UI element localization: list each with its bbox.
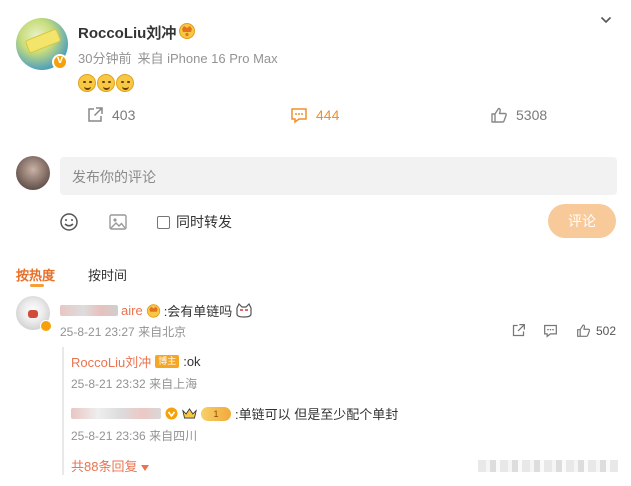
caret-down-icon bbox=[141, 464, 150, 471]
checkbox-box[interactable] bbox=[157, 215, 170, 229]
verified-badge-icon bbox=[52, 54, 68, 70]
repost-checkbox[interactable]: 同时转发 bbox=[157, 212, 232, 232]
tab-sort-time[interactable]: 按时间 bbox=[88, 265, 127, 284]
comment-text: :会有单链吗 bbox=[163, 304, 233, 319]
repost-icon bbox=[88, 107, 103, 122]
reply-meta: 25-8-21 23:36 来自四川 bbox=[71, 427, 197, 444]
more-replies-label: 共88条回复 bbox=[71, 459, 138, 474]
reply-time: 25-8-21 23:32 bbox=[71, 377, 146, 391]
comment-icon bbox=[291, 108, 307, 124]
comment-count: 444 bbox=[316, 107, 340, 123]
reply-text: :ok bbox=[183, 354, 201, 369]
grin-emoji-icon bbox=[97, 74, 115, 92]
thumbs-up-icon bbox=[491, 107, 507, 123]
reply-thread-divider bbox=[62, 347, 64, 475]
reply-location: 来自上海 bbox=[149, 377, 198, 391]
tab-sort-hot[interactable]: 按热度 bbox=[16, 265, 55, 287]
like-button[interactable]: 5308 bbox=[490, 106, 547, 124]
post-meta: 30分钟前 来自 iPhone 16 Pro Max bbox=[78, 48, 284, 67]
more-replies-link[interactable]: 共88条回复 bbox=[71, 456, 150, 475]
crown-icon bbox=[182, 408, 197, 419]
repost-count: 403 bbox=[112, 107, 136, 123]
reply-author-name[interactable]: RoccoLiu刘冲 bbox=[71, 352, 151, 371]
crown-badge-icon bbox=[146, 304, 160, 318]
comment-location: 来自北京 bbox=[138, 325, 187, 339]
reply-line: RoccoLiu刘冲 博主 :ok bbox=[71, 352, 201, 371]
comment-meta: 25-8-21 23:27 来自北京 bbox=[60, 323, 186, 340]
comment-button[interactable]: 444 bbox=[290, 106, 339, 124]
post-content-emojis bbox=[78, 74, 135, 92]
blurred-name bbox=[60, 305, 118, 316]
like-count: 5308 bbox=[516, 107, 548, 123]
verified-badge-icon bbox=[165, 407, 178, 420]
repost-checkbox-label: 同时转发 bbox=[176, 214, 232, 230]
reply-line: 1 :单链可以 但是至少配个单封 bbox=[71, 404, 398, 423]
repost-icon[interactable] bbox=[511, 323, 526, 338]
comment-time: 25-8-21 23:27 bbox=[60, 325, 135, 339]
send-comment-button[interactable]: 评论 bbox=[548, 204, 616, 238]
comment-icon[interactable] bbox=[543, 323, 558, 338]
chevron-down-icon[interactable] bbox=[600, 14, 612, 26]
watermark bbox=[478, 460, 618, 472]
comment-like-count: 502 bbox=[596, 323, 617, 338]
blurred-name bbox=[71, 408, 161, 419]
level-badge: 1 bbox=[201, 406, 231, 421]
reply-meta: 25-8-21 23:32 来自上海 bbox=[71, 375, 197, 392]
reply-time: 25-8-21 23:36 bbox=[71, 429, 146, 443]
blogger-tag: 博主 bbox=[155, 355, 180, 368]
reply-text: :单链可以 但是至少配个单封 bbox=[235, 407, 399, 422]
thumbs-up-icon bbox=[577, 324, 591, 337]
verified-badge-icon bbox=[40, 320, 52, 332]
cat-emoji-icon bbox=[236, 303, 252, 318]
post-time: 30分钟前 bbox=[78, 51, 132, 66]
emoji-icon[interactable] bbox=[59, 212, 79, 232]
comment-line: aire :会有单链吗 bbox=[60, 301, 253, 320]
reply-location: 来自四川 bbox=[149, 429, 198, 443]
commenter-name[interactable]: aire bbox=[121, 303, 143, 318]
current-user-avatar bbox=[16, 156, 50, 190]
crown-badge-icon bbox=[179, 23, 195, 39]
image-icon[interactable] bbox=[108, 212, 128, 232]
blush-emoji-icon bbox=[116, 74, 134, 92]
post-source: 来自 iPhone 16 Pro Max bbox=[137, 51, 278, 66]
author-name[interactable]: RoccoLiu刘冲 bbox=[78, 22, 176, 43]
comment-input[interactable]: 发布你的评论 bbox=[60, 157, 617, 195]
smile-emoji-icon bbox=[78, 74, 96, 92]
repost-button[interactable]: 403 bbox=[86, 106, 135, 124]
comment-like-button[interactable]: 502 bbox=[576, 323, 616, 338]
